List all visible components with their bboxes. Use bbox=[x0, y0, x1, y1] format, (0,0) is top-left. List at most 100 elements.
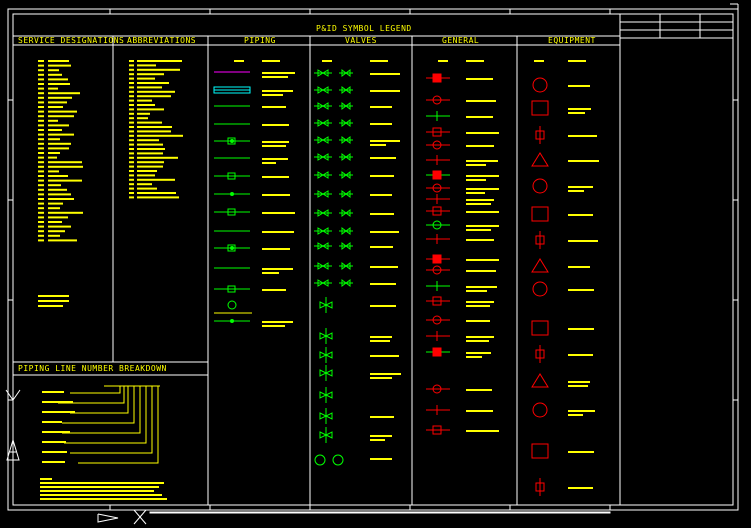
text-scribble bbox=[262, 162, 276, 164]
text-scribble bbox=[48, 138, 60, 141]
text-scribble bbox=[48, 64, 71, 67]
text-scribble bbox=[137, 152, 163, 155]
text-scribble bbox=[48, 119, 58, 122]
text-scribble bbox=[370, 144, 386, 146]
text-scribble bbox=[262, 94, 283, 96]
text-scribble bbox=[48, 234, 60, 237]
text-scribble bbox=[262, 158, 288, 160]
general-box bbox=[432, 170, 442, 180]
text-scribble bbox=[568, 108, 591, 110]
text-scribble bbox=[48, 92, 80, 95]
text-scribble bbox=[137, 117, 148, 120]
text-scribble bbox=[38, 239, 44, 242]
text-scribble bbox=[534, 60, 544, 62]
text-scribble bbox=[466, 192, 485, 194]
text-scribble bbox=[262, 76, 288, 78]
text-scribble bbox=[48, 60, 69, 62]
text-scribble bbox=[568, 410, 595, 412]
text-scribble bbox=[38, 216, 44, 219]
text-scribble bbox=[370, 416, 394, 418]
text-scribble bbox=[38, 87, 44, 90]
text-scribble bbox=[48, 239, 77, 242]
text-scribble bbox=[466, 225, 499, 227]
text-scribble bbox=[568, 160, 599, 162]
text-scribble bbox=[129, 95, 134, 98]
text-scribble bbox=[466, 352, 491, 354]
text-scribble bbox=[38, 119, 44, 122]
text-scribble bbox=[262, 106, 286, 108]
text-scribble bbox=[38, 96, 44, 99]
text-scribble bbox=[262, 72, 295, 74]
text-scribble bbox=[40, 478, 52, 480]
text-scribble bbox=[38, 305, 63, 307]
text-scribble bbox=[48, 106, 63, 108]
text-scribble bbox=[48, 133, 74, 136]
text-scribble bbox=[129, 170, 134, 172]
text-scribble bbox=[466, 100, 496, 102]
text-scribble bbox=[48, 161, 82, 164]
text-scribble bbox=[129, 134, 134, 137]
text-scribble bbox=[48, 170, 59, 173]
text-scribble bbox=[370, 458, 392, 460]
text-scribble bbox=[48, 69, 59, 72]
text-scribble bbox=[137, 99, 152, 102]
text-scribble bbox=[466, 270, 496, 272]
text-scribble bbox=[137, 90, 175, 93]
text-scribble bbox=[568, 186, 593, 188]
general-box bbox=[432, 347, 442, 357]
text-scribble bbox=[370, 439, 385, 441]
cad-drawing[interactable]: P&ID SYMBOL LEGEND SERVICE DESIGNATIONS … bbox=[0, 0, 751, 528]
text-scribble bbox=[370, 377, 392, 379]
text-scribble bbox=[38, 156, 44, 159]
text-scribble bbox=[370, 73, 400, 75]
text-scribble bbox=[466, 211, 499, 213]
text-scribble bbox=[137, 187, 157, 190]
text-scribble bbox=[466, 305, 490, 307]
text-scribble bbox=[129, 73, 134, 76]
text-scribble bbox=[129, 64, 134, 67]
text-scribble bbox=[129, 130, 134, 133]
text-scribble bbox=[466, 356, 482, 358]
text-scribble bbox=[370, 336, 392, 338]
text-scribble bbox=[48, 165, 83, 168]
text-scribble bbox=[48, 115, 74, 118]
header-line-number-breakdown: PIPING LINE NUMBER BREAKDOWN bbox=[18, 364, 167, 373]
text-scribble bbox=[129, 104, 134, 106]
text-scribble bbox=[370, 340, 390, 342]
text-scribble bbox=[129, 68, 134, 71]
text-scribble bbox=[137, 196, 179, 199]
text-scribble bbox=[137, 64, 156, 67]
text-scribble bbox=[48, 184, 61, 187]
text-scribble bbox=[129, 178, 134, 181]
text-scribble bbox=[262, 325, 285, 327]
text-scribble bbox=[129, 192, 134, 194]
text-scribble bbox=[466, 199, 494, 201]
text-scribble bbox=[38, 78, 44, 81]
text-scribble bbox=[262, 212, 295, 214]
text-scribble bbox=[568, 266, 590, 268]
text-scribble bbox=[48, 142, 71, 145]
text-scribble bbox=[137, 183, 152, 186]
text-scribble bbox=[262, 141, 289, 143]
text-scribble bbox=[262, 145, 286, 147]
text-scribble bbox=[466, 78, 493, 80]
text-scribble bbox=[129, 60, 134, 62]
text-scribble bbox=[48, 156, 57, 159]
text-scribble bbox=[466, 175, 499, 177]
text-scribble bbox=[466, 286, 497, 288]
text-scribble bbox=[38, 73, 44, 76]
text-scribble bbox=[129, 139, 134, 142]
pipe-node bbox=[230, 139, 234, 143]
text-scribble bbox=[466, 239, 494, 241]
text-scribble bbox=[48, 152, 60, 154]
text-scribble bbox=[568, 381, 590, 383]
text-scribble bbox=[370, 305, 396, 307]
text-scribble bbox=[129, 161, 134, 164]
text-scribble bbox=[370, 213, 394, 215]
text-scribble bbox=[262, 194, 290, 196]
text-scribble bbox=[568, 112, 585, 114]
header-equipment: EQUIPMENT bbox=[548, 36, 596, 45]
text-scribble bbox=[38, 207, 44, 210]
text-scribble bbox=[466, 164, 486, 166]
text-scribble bbox=[48, 230, 65, 233]
